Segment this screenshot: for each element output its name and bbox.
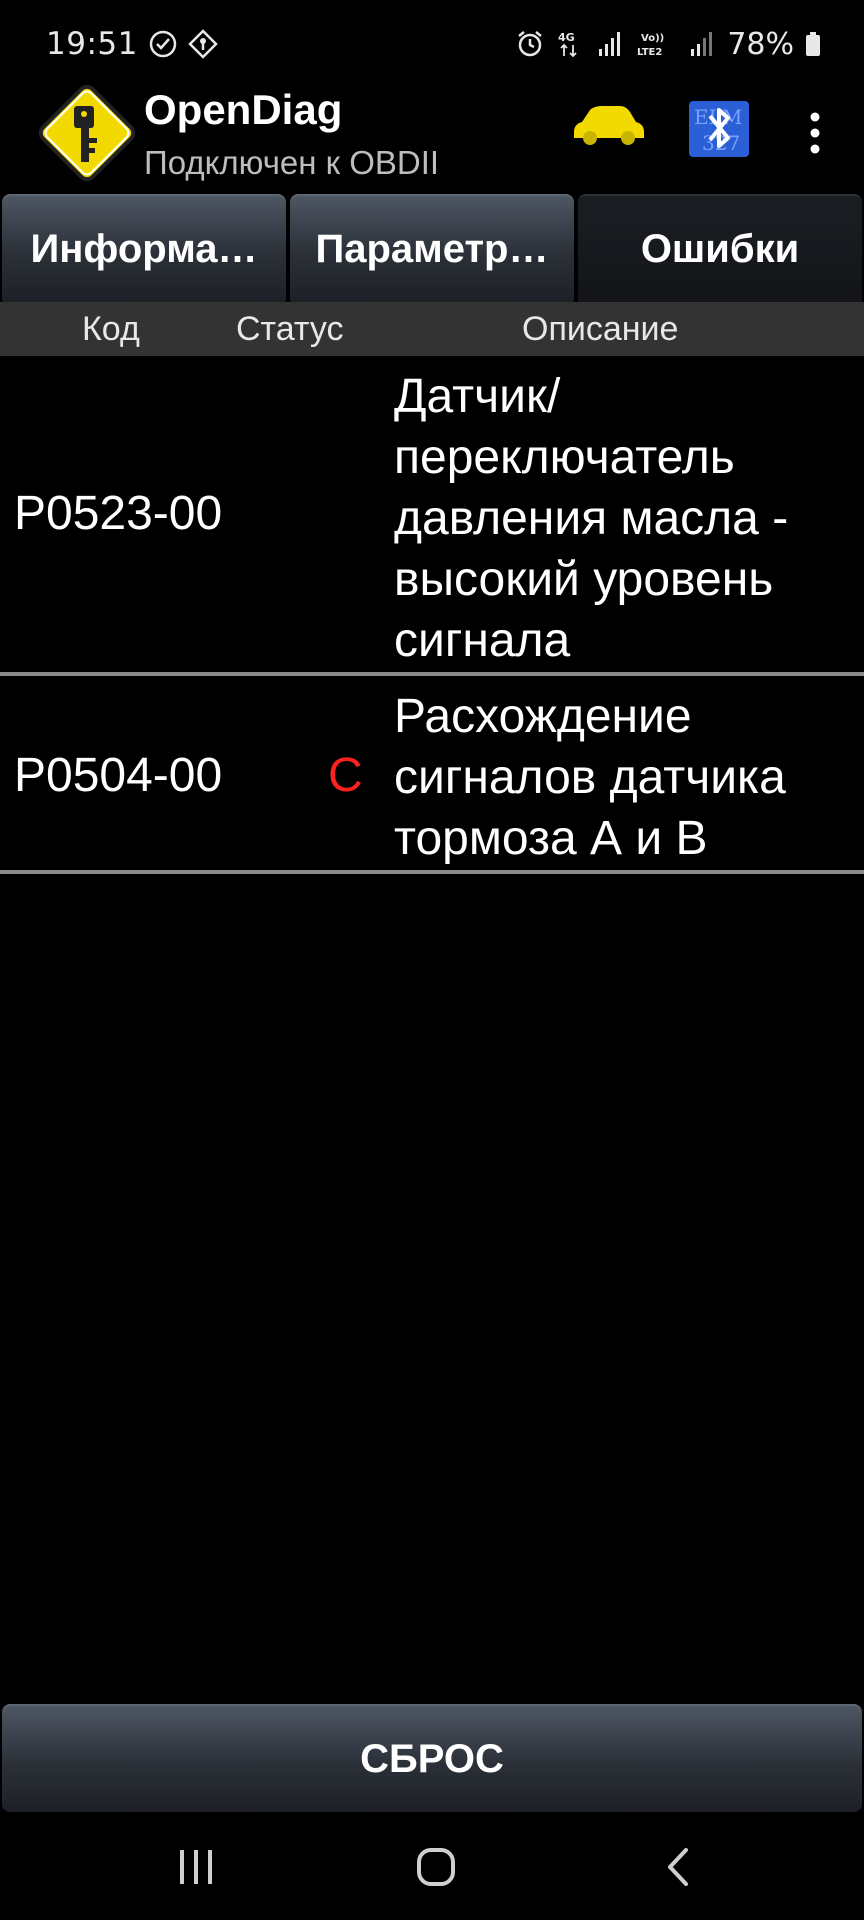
connection-status: Подключен к OBDII [144,144,440,181]
bluetooth-elm327-icon[interactable]: ELM 327 [688,100,750,158]
app-title: OpenDiag [144,86,343,133]
overflow-menu-icon[interactable] [800,110,830,156]
status-right: 4G Vo)) LTE2 78% [515,27,822,62]
tab-bar: Информа… Параметр… Ошибки [0,194,864,302]
system-nav-bar [0,1812,864,1920]
svg-text:Vo)): Vo)) [641,33,664,44]
error-list: P0523-00 Датчик/ переключатель давления … [0,356,864,874]
battery-percent: 78% [727,26,794,62]
svg-text:4G: 4G [558,31,575,44]
signal-icon [595,29,625,59]
error-description: Расхождение сигналов датчика тормоза А и… [394,690,786,865]
location-diamond-icon [188,29,218,59]
recent-apps-icon[interactable] [166,1840,226,1894]
error-code: P0523-00 [14,487,223,540]
column-description: Описание [522,310,679,348]
status-time: 19:51 [46,26,138,62]
app-logo-icon [30,76,144,190]
tab-parameters[interactable]: Параметр… [290,194,574,302]
svg-text:LTE2: LTE2 [637,47,662,58]
back-icon[interactable] [650,1840,710,1894]
column-header: Код Статус Описание [0,302,864,356]
volte-icon: Vo)) LTE2 [635,29,677,59]
status-left: 19:51 [46,26,218,62]
signal-icon-2 [687,29,717,59]
car-icon[interactable] [570,102,646,148]
alarm-icon [515,29,545,59]
tab-information[interactable]: Информа… [2,194,286,302]
error-row[interactable]: P0523-00 Датчик/ переключатель давления … [0,356,864,676]
action-bar: OpenDiag Подключен к OBDII ELM 327 [0,72,864,190]
error-description: Датчик/ переключатель давления масла - в… [394,370,789,667]
tab-errors[interactable]: Ошибки [578,194,862,302]
column-code: Код [82,310,140,348]
battery-icon [804,29,822,59]
error-code: P0504-00 [14,749,223,802]
error-row[interactable]: P0504-00 C Расхождение сигналов датчика … [0,676,864,874]
4g-icon: 4G [555,29,585,59]
home-icon[interactable] [406,1840,466,1894]
reset-button[interactable]: СБРОС [2,1704,862,1812]
sync-check-icon [148,29,178,59]
error-status: C [328,749,363,802]
column-status: Статус [236,310,344,348]
